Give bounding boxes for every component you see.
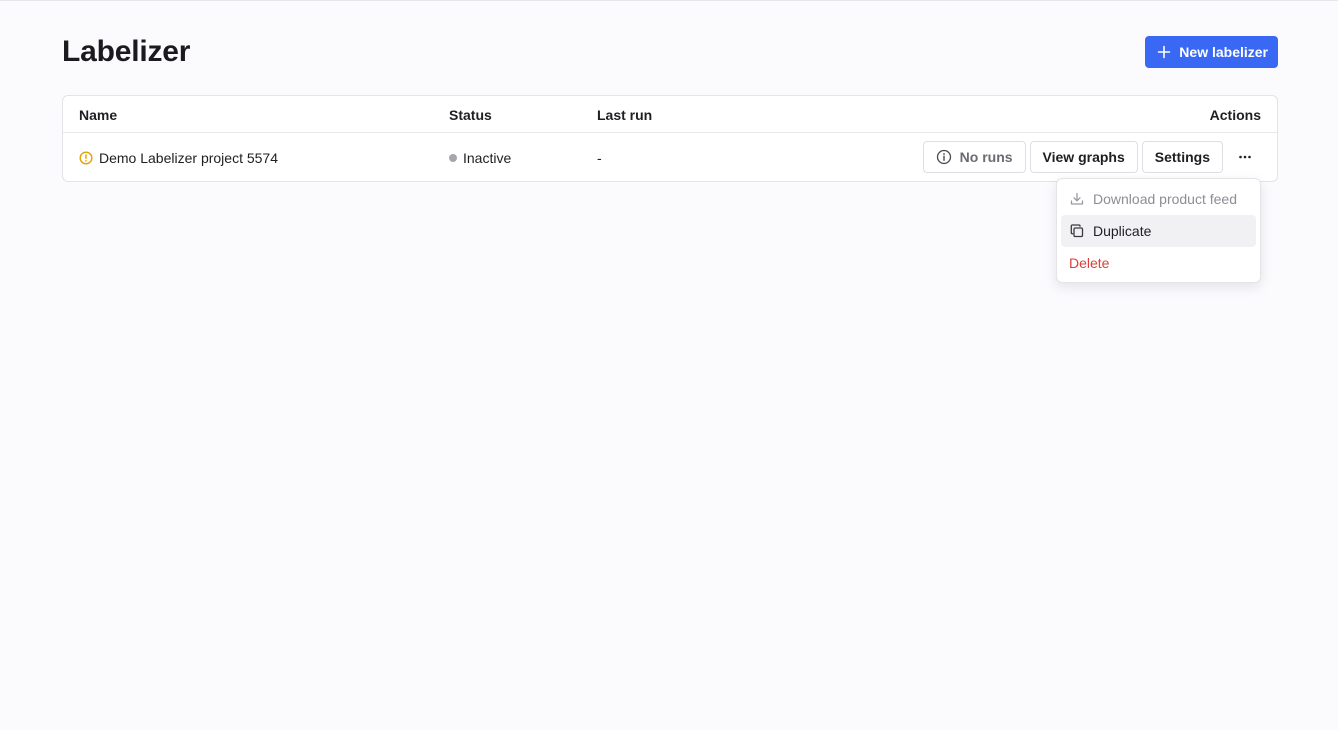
duplicate-icon [1070,224,1084,238]
table-header: Name Status Last run Actions [63,96,1277,133]
row-actions: No runs View graphs Settings [922,141,1261,173]
column-header-name: Name [79,107,118,123]
menu-item-duplicate[interactable]: Duplicate [1061,215,1256,247]
status-badge: Inactive [463,149,512,166]
warning-icon [79,150,93,165]
row-last-run-cell: - [597,133,602,182]
more-actions-button[interactable] [1229,141,1261,173]
no-runs-button[interactable]: No runs [922,141,1026,173]
menu-item-label: Download product feed [1093,191,1237,207]
more-horizontal-icon [1239,155,1251,159]
page-header: Labelizer New labelizer [62,34,1278,70]
row-actions-menu: Download product feed Duplicate Delete [1056,178,1261,283]
row-status-cell: Inactive [449,133,511,182]
menu-item-label: Delete [1069,255,1110,271]
row-name-cell: Demo Labelizer project 5574 [79,133,278,182]
column-header-status: Status [449,107,492,123]
new-labelizer-button[interactable]: New labelizer [1145,36,1278,68]
last-run-value: - [597,149,602,166]
table-row: Demo Labelizer project 5574 Inactive - N… [63,133,1277,182]
view-graphs-button[interactable]: View graphs [1029,141,1138,173]
top-divider [0,0,1338,1]
page-title: Labelizer [62,35,191,68]
project-name[interactable]: Demo Labelizer project 5574 [99,150,278,166]
column-header-last-run: Last run [597,107,653,123]
menu-item-download-product-feed[interactable]: Download product feed [1061,183,1256,215]
status-dot-icon [449,153,457,162]
new-labelizer-label: New labelizer [1179,44,1268,60]
plus-icon [1157,45,1171,59]
no-runs-label: No runs [959,149,1013,165]
download-icon [1070,192,1084,205]
column-header-actions: Actions [1209,107,1261,123]
menu-item-delete[interactable]: Delete [1061,247,1256,279]
info-icon [936,149,951,165]
settings-button[interactable]: Settings [1141,141,1223,173]
labelizer-table: Name Status Last run Actions Demo Labeli… [62,95,1278,182]
menu-item-label: Duplicate [1093,223,1152,239]
